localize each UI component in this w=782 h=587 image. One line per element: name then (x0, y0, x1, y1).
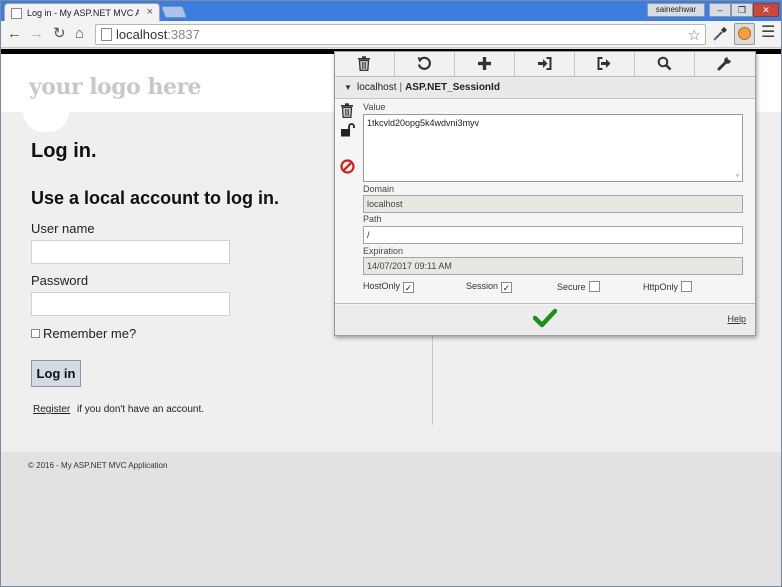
username-label: User name (31, 221, 95, 236)
remember-me-label: Remember me? (43, 326, 137, 341)
username-input[interactable] (31, 240, 230, 264)
httponly-flag[interactable]: HttpOnly (643, 281, 693, 292)
value-label: Value (363, 102, 386, 112)
cookie-header[interactable]: ▼ localhost | ASP.NET_SessionId (335, 77, 755, 99)
minimize-button[interactable]: – (709, 3, 731, 17)
undo-button[interactable] (395, 52, 455, 76)
options-button[interactable] (695, 52, 755, 76)
search-button[interactable] (635, 52, 695, 76)
reload-icon[interactable]: ↻ (53, 25, 66, 43)
cookie-name: ASP.NET_SessionId (405, 82, 500, 93)
cookie-extension-button[interactable] (734, 23, 755, 45)
wrench-icon (717, 56, 732, 71)
site-footer: © 2016 - My ASP.NET MVC Application (1, 452, 781, 586)
arrow-right-icon[interactable]: → (29, 25, 44, 43)
page-icon (101, 28, 112, 41)
browser-toolbar: ← → ↻ ⌂ localhost:3837 ☆ ☰ (1, 21, 781, 48)
hostonly-label: HostOnly (363, 281, 401, 291)
trash-icon (358, 56, 370, 71)
block-icon[interactable] (340, 159, 355, 174)
delete-all-button[interactable] (335, 52, 395, 76)
cookie-editor-popup: ▼ localhost | ASP.NET_SessionId Value 1tkc… (334, 51, 756, 336)
menu-icon[interactable]: ☰ (761, 24, 775, 42)
unlock-icon[interactable] (340, 123, 355, 137)
collapse-triangle-icon[interactable]: ▼ (344, 83, 352, 92)
remember-me-checkbox[interactable] (31, 329, 40, 338)
copyright-text: © 2016 - My ASP.NET MVC Application (28, 461, 168, 470)
browser-tab[interactable]: Log in - My ASP.NET MVC A × (4, 3, 160, 22)
domain-field: localhost (363, 195, 743, 213)
secure-label: Secure (557, 282, 586, 292)
value-textarea[interactable]: 1tkcvld20opg5k4wdvni3myv ∘ (363, 114, 743, 182)
hostonly-checkbox[interactable]: ✓ (403, 282, 415, 293)
title-bar: Log in - My ASP.NET MVC A × saineshwar –… (1, 1, 781, 22)
footer-divider (335, 303, 755, 304)
tab-title: Log in - My ASP.NET MVC A (27, 8, 139, 18)
httponly-label: HttpOnly (643, 282, 679, 292)
column-divider (432, 335, 433, 425)
new-tab-button[interactable] (160, 6, 188, 18)
save-check-icon[interactable] (533, 308, 557, 328)
undo-icon (417, 56, 431, 70)
url-port: :3837 (167, 27, 200, 42)
url-text[interactable]: localhost:3837 (116, 27, 200, 42)
page-title: Log in. (31, 140, 97, 162)
plus-icon (478, 57, 491, 70)
httponly-checkbox[interactable] (681, 281, 693, 292)
cookie-separator: | (399, 82, 403, 93)
page-icon (11, 8, 22, 19)
cookie-icon (738, 27, 751, 40)
star-icon[interactable]: ☆ (688, 26, 701, 44)
password-label: Password (31, 273, 89, 288)
resize-grip-icon[interactable]: ∘ (735, 171, 740, 180)
secure-checkbox[interactable] (588, 281, 600, 292)
path-label: Path (363, 214, 382, 224)
url-host: localhost (116, 27, 168, 42)
search-icon (657, 56, 672, 71)
profile-button[interactable]: saineshwar (647, 3, 705, 17)
browser-window: Log in - My ASP.NET MVC A × saineshwar –… (0, 0, 782, 587)
cookie-editor-footer: Help (335, 305, 755, 335)
cookie-value: 1tkcvld20opg5k4wdvni3myv (367, 118, 480, 128)
section-title: Use a local account to log in. (31, 188, 280, 208)
session-checkbox[interactable]: ✓ (501, 282, 513, 293)
eyedropper-icon[interactable] (712, 26, 728, 42)
expiration-label: Expiration (363, 246, 404, 256)
add-cookie-button[interactable] (455, 52, 515, 76)
cookie-editor-toolbar (335, 52, 755, 77)
home-icon[interactable]: ⌂ (75, 25, 84, 43)
remember-me[interactable]: Remember me? (31, 326, 136, 341)
session-flag[interactable]: Session ✓ (466, 281, 513, 293)
address-bar[interactable]: localhost:3837 ☆ (95, 24, 706, 45)
login-button[interactable]: Log in (31, 360, 81, 387)
import-button[interactable] (515, 52, 575, 76)
close-window-button[interactable]: ✕ (753, 3, 779, 17)
arrow-left-icon[interactable]: ← (7, 25, 22, 43)
maximize-button[interactable]: ❐ (731, 3, 753, 17)
site-logo[interactable]: your logo here (29, 74, 202, 100)
help-link[interactable]: Help (727, 314, 746, 324)
hostonly-flag[interactable]: HostOnly ✓ (363, 281, 415, 293)
tab-close-icon[interactable]: × (147, 6, 153, 18)
session-label: Session (466, 281, 499, 291)
cookie-title: localhost | ASP.NET_SessionId (357, 82, 500, 93)
export-button[interactable] (575, 52, 635, 76)
secure-flag[interactable]: Secure (557, 281, 600, 292)
register-link[interactable]: Register (33, 404, 70, 415)
path-field[interactable]: / (363, 226, 743, 244)
expiration-field: 14/07/2017 09:11 AM (363, 257, 743, 275)
register-line: Register if you don't have an account. (33, 404, 204, 415)
domain-label: Domain (363, 184, 395, 194)
register-text: if you don't have an account. (77, 404, 205, 415)
password-input[interactable] (31, 292, 230, 316)
trash-icon[interactable] (340, 103, 354, 118)
cookie-domain: localhost (357, 82, 397, 93)
export-icon (597, 57, 611, 70)
import-icon (538, 57, 552, 70)
